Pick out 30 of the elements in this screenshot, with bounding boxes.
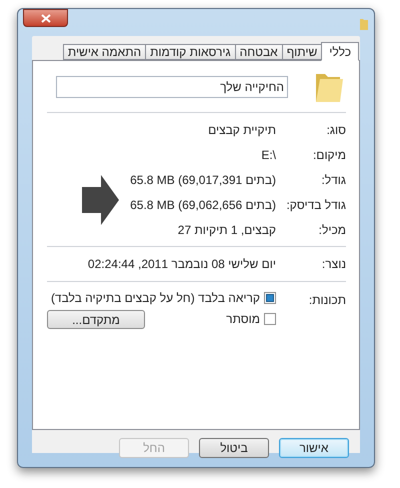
tab[interactable]: כללי: [321, 42, 359, 61]
checkbox[interactable]: [264, 292, 276, 304]
property-label: גודל בדיסק:: [285, 196, 346, 214]
arrow-icon: [82, 175, 119, 225]
property-value: 65.8 MB (69,017,391 בתים): [130, 172, 276, 188]
advanced-button[interactable]: מתקדם...: [47, 310, 145, 328]
property-value: יום שלישי 08 נובמבר 2011, 02:24:44: [88, 256, 276, 272]
folder-icon: [359, 17, 369, 31]
property-value: E:\: [261, 146, 276, 164]
property-value: תיקיית קבצים: [208, 122, 276, 138]
property-label: סוג:: [326, 122, 346, 138]
attributes-label: תכונות:: [308, 292, 346, 309]
tab[interactable]: שיתוף: [282, 44, 322, 60]
name-field[interactable]: החיקייה שלך: [56, 76, 288, 98]
property-label: נוצר:: [320, 256, 346, 272]
checkbox-label: מוסתר: [226, 311, 260, 328]
checkbox-label: קריאה בלבד (חל על קבצים בתיקיה בלבד): [50, 290, 260, 307]
dialog-button[interactable]: אישור: [279, 438, 349, 458]
tab[interactable]: אבטחה: [234, 44, 283, 60]
tab[interactable]: גירסאות קודמות: [145, 44, 236, 60]
property-label: מכיל:: [318, 222, 346, 238]
property-label: מיקום:: [312, 146, 346, 164]
property-value: קבצים, 1 תיקיות 27: [178, 222, 276, 238]
property-label: גודל:: [320, 172, 346, 188]
close-icon: [40, 14, 50, 22]
tab[interactable]: התאמה אישית: [62, 44, 146, 60]
property-value: 65.8 MB (69,062,656 בתים): [130, 196, 276, 214]
checkbox[interactable]: [264, 313, 276, 325]
dialog-button[interactable]: ביטול: [199, 438, 269, 458]
close-button[interactable]: [23, 9, 68, 27]
